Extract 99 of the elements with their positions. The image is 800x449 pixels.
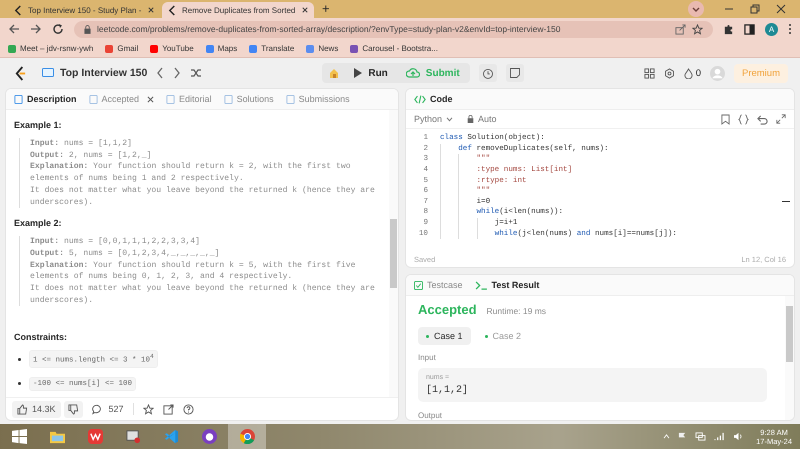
profile-avatar[interactable]: A [765,22,778,36]
browser-tab[interactable]: Remove Duplicates from Sorted [162,2,314,18]
play-icon [354,68,362,78]
chevron-right-icon[interactable] [173,67,182,79]
reload-icon[interactable] [52,23,64,35]
office-app-icon [88,429,102,444]
folder-icon [48,429,66,444]
thumbs-down-icon[interactable] [64,400,83,418]
braces-icon[interactable] [738,114,749,124]
restore-icon[interactable] [750,4,760,14]
code-editor-icon [164,429,178,444]
bookmark-link[interactable]: News [306,44,338,53]
alarm-clock-icon[interactable] [478,64,497,82]
thumbs-up-icon [17,404,28,414]
example-heading: Example 2: [14,218,63,228]
bookmark-link[interactable]: Translate [249,44,294,53]
example-text: Output: 5, nums = [0,1,2,3,4,_,_,_,_,_] [30,248,220,260]
bookmark-link[interactable]: Carousel - Bootstra... [350,44,438,53]
browser-logo-icon [240,429,254,444]
scrollbar[interactable] [389,110,398,397]
puzzle-icon[interactable] [723,24,734,34]
close-icon[interactable] [302,7,308,13]
example-text: It does not matter what you leave beyond the returned k (hence they are underscores). [30,184,376,208]
forward-icon[interactable] [30,23,42,35]
bookmark-link[interactable]: Maps [206,44,238,53]
bookmark-icon[interactable] [721,114,730,124]
chevron-up-icon[interactable] [663,434,670,439]
terminal-icon [474,280,488,290]
case-tab[interactable]: Case 1 [418,327,471,345]
language-dropdown[interactable]: Python [414,114,454,124]
tab-icon [166,94,176,104]
code-tab[interactable]: Code [414,94,452,104]
browser-tab[interactable]: Top Interview 150 - Study Plan - [8,2,160,18]
panel-tab[interactable]: Test Result [474,280,540,290]
runtime-text: Runtime: 19 ms [486,306,546,316]
bookmark-link[interactable]: Gmail [105,44,138,53]
example-text: Output: 2, nums = [1,2,_] [30,150,152,162]
network-icon[interactable] [695,432,706,441]
shuffle-icon[interactable] [190,68,202,78]
streak-counter[interactable]: 0 [684,68,701,78]
cloud-upload-icon [406,68,420,78]
expand-icon[interactable] [776,114,786,124]
tab-icon [14,94,23,104]
menu-icon[interactable] [788,23,792,35]
sidebar-icon[interactable] [744,24,755,34]
run-button[interactable]: Run [350,68,392,78]
like-button[interactable]: 14.3K [12,400,61,418]
example-text: Input: nums = [1,1,2] [30,138,134,150]
bookmark-link[interactable]: YouTube [150,44,194,53]
checkbox-icon [414,280,423,290]
constraints-heading: Constraints: [14,332,68,342]
tab-icon [88,94,98,104]
bullet-icon [18,358,21,361]
star-icon[interactable] [692,24,703,34]
back-icon[interactable] [8,23,20,35]
bullet-icon [18,382,21,386]
layout-grid-icon[interactable] [644,68,655,78]
tab-icon [286,94,295,104]
bookmark-link[interactable]: Meet – jdv-rsnw-ywh [8,44,94,53]
comment-icon [92,404,103,414]
close-icon[interactable] [147,96,154,102]
flame-icon [684,68,693,78]
undo-icon[interactable] [757,114,768,124]
code-icon [414,94,426,104]
share-icon[interactable] [162,404,174,414]
star-icon[interactable] [142,404,154,414]
example-text: It does not matter what you leave beyond the returned k (hence they are underscores). [30,283,376,306]
scrollbar[interactable] [785,296,794,420]
comments-button[interactable]: 527 [92,404,124,414]
verdict-text: Accepted [418,302,477,317]
input-label: Input [418,353,437,362]
help-icon[interactable] [182,404,194,414]
output-label: Output [418,411,444,420]
tab-search-icon[interactable] [688,1,704,17]
example-text: Input: nums = [0,0,1,1,1,2,2,3,3,4] [30,236,202,248]
media-app-icon [126,429,140,444]
chevron-left-icon[interactable] [156,67,164,79]
problem-list-button[interactable]: Top Interview 150 [42,67,148,79]
lock-icon [467,115,474,123]
example-heading: Example 1: [14,120,63,130]
close-icon[interactable] [776,4,786,14]
signal-icon[interactable] [714,432,726,441]
tab-icon [224,94,233,104]
lock-icon [84,24,91,34]
chevron-down-icon [446,116,454,122]
auto-toggle[interactable]: Auto [467,114,497,124]
close-icon[interactable] [148,7,154,13]
settings-icon[interactable] [664,68,675,78]
panel-tab[interactable]: Description [14,94,77,104]
example-text: Explanation: Your function should return k = 2, with the first two elements of nums being 1 and 2 respectively. [30,161,352,185]
example-text: Explanation: Your function should return k = 5, with the first five elements of nums being 0, 1, 2, 3, and 4 respectively. [30,260,356,284]
list-icon [42,68,54,78]
parameter-value: [1,1,2] [426,385,470,396]
note-icon[interactable] [506,64,524,82]
share-icon[interactable] [675,24,686,34]
windows-logo-icon [12,429,26,444]
speaker-icon[interactable] [733,432,744,441]
new-tab-button[interactable]: + [316,2,336,16]
address-bar[interactable]: leetcode.com/problems/remove-duplicates-from-sorted-array/description/?envType=study-plan-v2&envId=top-interview-150 [74,20,713,38]
